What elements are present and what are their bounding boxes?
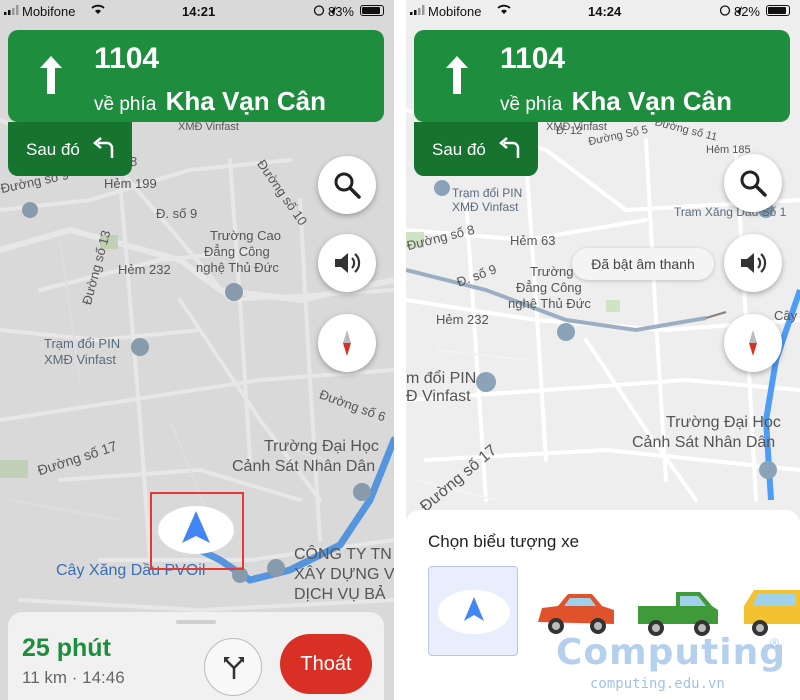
up-arrow-icon [446,56,468,94]
navigation-banner[interactable]: 1104 về phía Kha Vạn Cân [8,30,384,122]
navigation-arrow-icon [438,590,510,634]
battery-icon [360,5,384,16]
battery-percent: 82% [733,4,760,19]
watermark-url: computing.edu.vn [590,676,725,692]
compass-button[interactable] [318,314,376,372]
map-label: Đ Vinfast [406,388,471,405]
drag-handle[interactable] [176,620,216,624]
map-label: XMĐ Vinfast [452,200,519,214]
battery-icon [766,5,790,16]
map-label: Trường Đại Học [666,414,781,431]
sound-button[interactable] [724,234,782,292]
map-label: nghệ Thủ Đức [508,296,591,311]
map-label: Trường Đại Học [264,438,379,455]
status-bar: Mobifone 14:24 82% [406,0,800,22]
turn-left-icon [499,137,520,158]
toward-prefix: về phía [94,94,157,115]
then-step[interactable]: Sau đó [414,122,538,176]
sound-button[interactable] [318,234,376,292]
speaker-icon [741,253,767,273]
wifi-icon [497,4,511,14]
search-button[interactable] [724,154,782,212]
then-label: Sau đó [432,140,486,159]
map-label: Hẻm 199 [104,176,157,191]
road-number: 1104 [94,42,160,75]
map-label: Đẳng Công [516,280,582,295]
search-icon [334,172,361,199]
turn-left-icon [93,137,114,158]
road-number: 1104 [500,42,566,75]
watermark: Computing ® computing.edu.vn [556,632,786,698]
map-label: CÔNG TY TN [294,546,392,563]
wifi-icon [91,4,105,14]
map-label: Cảnh Sát Nhân Dân [232,458,376,475]
compass-icon [343,330,351,356]
vehicle-option-arrow[interactable] [428,566,518,656]
navigation-banner[interactable]: 1104 về phía Kha Vạn Cân [414,30,790,122]
exit-button[interactable]: Thoát [280,634,372,694]
map-label: Trạm đổi PIN [44,336,121,351]
speaker-icon [335,253,361,273]
route-options-icon [224,657,244,679]
signal-icon [410,5,425,15]
map-label: nghệ Thủ Đức [196,260,279,275]
street-name: Kha Vạn Cân [571,86,732,116]
map-label: Đẳng Công [204,244,270,259]
then-step[interactable]: Sau đó [8,122,132,176]
watermark-registered: ® [770,636,779,650]
compass-button[interactable] [724,314,782,372]
map-label: XÂY DỰNG V [294,566,394,583]
sound-on-toast: Đã bật âm thanh [572,248,714,280]
map-label: Hẻm 232 [118,262,171,277]
map-label: Hẻm 63 [510,233,556,248]
map-label: Trạm đổi PIN [452,186,523,200]
signal-icon [4,5,19,15]
battery-percent: 83% [327,4,354,19]
map-label: XMĐ Vinfast [178,121,239,133]
street-name: Kha Vạn Cân [165,86,326,116]
search-icon [740,170,767,197]
watermark-logo: Computing [556,632,787,673]
carrier-name: Mobifone [428,4,482,19]
map-label: Hẻm 232 [436,312,489,327]
map-label: DỊCH VỤ BẢ [294,586,386,603]
up-arrow-icon [40,56,62,94]
map-label: m đổi PIN [406,370,477,387]
search-button[interactable] [318,156,376,214]
map-label: Cảnh Sát Nhân Dân [632,434,776,451]
route-options-button[interactable] [204,638,262,696]
highlight-box [150,492,244,570]
then-label: Sau đó [26,140,80,159]
toward-street: về phía Kha Vạn Cân [500,86,732,117]
phone-screen-navigation: XMĐ Vinfast 8 Hẻm 199 Đường số 9 Đường s… [0,0,394,700]
map-label: Trường Cao [210,228,281,243]
toward-street: về phía Kha Vạn Cân [94,86,326,117]
eta-duration: 25 phút [22,634,111,662]
phone-screen-vehicle-chooser: XMĐ Vinfast Đ. 12 Đường Số 5 Đường số 11… [406,0,800,700]
status-bar: Mobifone 14:21 83% [0,0,394,22]
clock: 14:24 [588,4,622,19]
toward-prefix: về phía [500,94,563,115]
eta-distance-arrival: 11 km · 14:46 [22,668,125,687]
eta-panel[interactable]: 25 phút 11 km · 14:46 Thoát [8,612,384,700]
map-label: Tram Xăng Dầu Số 1 [674,205,787,219]
carrier-name: Mobifone [22,4,76,19]
compass-icon [749,330,757,356]
map-label: Đ. số 9 [156,206,198,221]
map-label: XMĐ Vinfast [44,352,117,367]
clock: 14:21 [182,4,216,19]
map-label: Cây [774,308,798,323]
vehicle-chooser-title: Chọn biểu tượng xe [428,532,580,551]
map-label: Đ. 12 [556,125,583,137]
